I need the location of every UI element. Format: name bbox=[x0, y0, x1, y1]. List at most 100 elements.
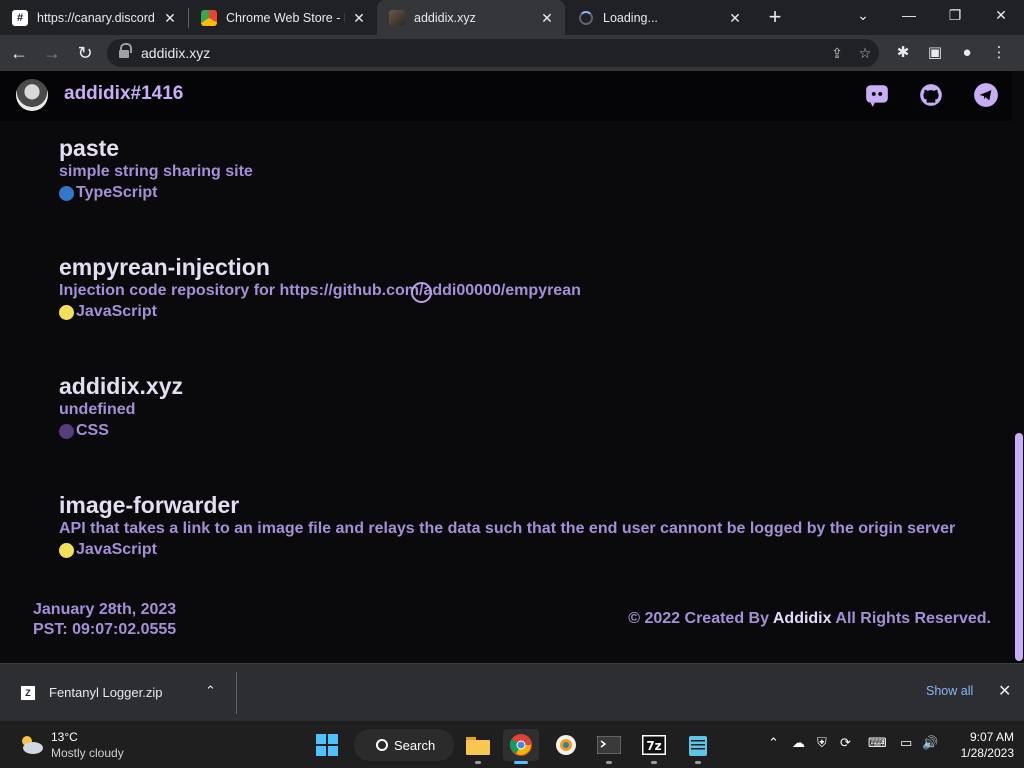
repo-card[interactable]: image-forwarder API that takes a link to… bbox=[59, 492, 955, 560]
close-window-button[interactable]: ✕ bbox=[978, 0, 1024, 32]
weather-condition[interactable]: Mostly cloudy bbox=[51, 746, 124, 760]
tab-addidix[interactable]: addidix.xyz ✕ bbox=[377, 0, 565, 35]
language-dot-icon bbox=[59, 304, 74, 320]
display-icon[interactable]: ▭ bbox=[900, 735, 912, 751]
tab-loading[interactable]: Loading... ✕ bbox=[565, 0, 753, 35]
close-tab-icon[interactable]: ✕ bbox=[727, 10, 743, 26]
keyboard-icon[interactable]: ⌨ bbox=[868, 735, 887, 751]
notepad-taskbar-button[interactable] bbox=[680, 729, 716, 764]
repo-name[interactable]: empyrean-injection bbox=[59, 254, 581, 282]
avatar[interactable] bbox=[16, 79, 48, 111]
close-tab-icon[interactable]: ✕ bbox=[539, 10, 555, 26]
repo-description: simple string sharing site bbox=[59, 163, 253, 180]
search-icon bbox=[376, 739, 388, 751]
copyright-suffix: All Rights Reserved. bbox=[835, 610, 991, 627]
url-text[interactable]: addidix.xyz bbox=[141, 45, 823, 61]
repo-language: JavaScript bbox=[59, 302, 581, 322]
language-dot-icon bbox=[59, 185, 74, 201]
footer-time: PST: 09:07:02.0555 bbox=[33, 621, 177, 638]
address-bar[interactable]: addidix.xyz ⇪ ☆ bbox=[107, 39, 879, 67]
reload-button[interactable]: ↻ bbox=[71, 39, 99, 67]
side-panel-icon[interactable]: ▣ bbox=[921, 39, 949, 67]
extensions-puzzle-icon[interactable]: ✱ bbox=[889, 39, 917, 67]
search-label: Search bbox=[394, 737, 436, 753]
language-label: JavaScript bbox=[76, 541, 157, 558]
tab-chrome-web-store[interactable]: Chrome Web Store - Ex ✕ bbox=[189, 0, 377, 35]
security-shield-icon[interactable]: ⛨ bbox=[817, 735, 827, 751]
repo-name[interactable]: image-forwarder bbox=[59, 492, 955, 520]
taskbar: 13°C Mostly cloudy Search 7z ⌃ ☁ ⛨ ⟳ ⌨ ▭… bbox=[0, 720, 1024, 768]
repo-name[interactable]: addidix.xyz bbox=[59, 373, 183, 401]
telegram-icon[interactable] bbox=[973, 82, 999, 108]
clock-date: 1/28/2023 bbox=[960, 746, 1014, 760]
browser-app-icon bbox=[556, 735, 576, 755]
language-dot-icon bbox=[59, 542, 74, 558]
profile-icon[interactable]: ● bbox=[953, 39, 981, 67]
cloud-offline-icon[interactable]: ☁ bbox=[792, 735, 805, 751]
show-all-downloads-link[interactable]: Show all bbox=[926, 684, 973, 698]
system-clock[interactable]: 9:07 AM 1/28/2023 bbox=[950, 729, 1014, 761]
footer-datetime: January 28th, 2023 PST: 09:07:02.0555 bbox=[33, 600, 176, 640]
close-tab-icon[interactable]: ✕ bbox=[351, 10, 367, 26]
tab-title: Loading... bbox=[603, 10, 658, 25]
new-tab-button[interactable]: + bbox=[761, 4, 789, 32]
browser-toolbar: ← → ↻ addidix.xyz ⇪ ☆ ✱ ▣ ● ⋮ bbox=[0, 35, 1024, 71]
username: addidix#1416 bbox=[64, 83, 184, 104]
7zip-taskbar-button[interactable]: 7z bbox=[636, 729, 672, 764]
terminal-taskbar-button[interactable] bbox=[591, 729, 627, 764]
tab-title: https://canary.discord.c bbox=[37, 10, 156, 25]
repo-card[interactable]: empyrean-injection Injection code reposi… bbox=[59, 254, 581, 322]
copyright-brand[interactable]: Addidix bbox=[773, 610, 832, 627]
notepad-icon bbox=[689, 736, 707, 756]
repo-card[interactable]: paste simple string sharing site TypeScr… bbox=[59, 135, 253, 203]
scrollbar-thumb[interactable] bbox=[1015, 433, 1023, 661]
taskbar-search[interactable]: Search bbox=[354, 729, 454, 761]
menu-kebab-icon[interactable]: ⋮ bbox=[985, 39, 1013, 67]
restore-button[interactable]: ❐ bbox=[932, 0, 978, 32]
7zip-icon: 7z bbox=[642, 735, 666, 755]
repo-language: JavaScript bbox=[59, 540, 955, 560]
start-button[interactable] bbox=[309, 729, 345, 761]
addidix-favicon-icon bbox=[389, 9, 405, 26]
divider bbox=[236, 672, 237, 714]
close-shelf-icon[interactable]: ✕ bbox=[998, 681, 1011, 701]
loading-spinner-icon bbox=[579, 10, 593, 25]
zip-file-icon: Z bbox=[20, 685, 36, 701]
weather-temperature[interactable]: 13°C bbox=[51, 730, 78, 744]
repo-name[interactable]: paste bbox=[59, 135, 253, 163]
repo-language: CSS bbox=[59, 421, 183, 441]
tab-search-chevron-icon[interactable]: ⌄ bbox=[840, 0, 886, 32]
download-shelf: Z Fentanyl Logger.zip ⌃ Show all ✕ bbox=[0, 663, 1024, 720]
browser-taskbar-button[interactable] bbox=[548, 729, 584, 761]
share-icon[interactable]: ⇪ bbox=[823, 45, 851, 62]
language-dot-icon bbox=[59, 423, 74, 439]
repo-description: undefined bbox=[59, 401, 136, 418]
back-button[interactable]: ← bbox=[5, 39, 33, 67]
terminal-icon bbox=[597, 736, 621, 754]
volume-icon[interactable]: 🔊 bbox=[922, 735, 938, 751]
tab-discord[interactable]: # https://canary.discord.c ✕ bbox=[0, 0, 188, 35]
file-explorer-button[interactable] bbox=[460, 729, 496, 764]
site-header: addidix#1416 bbox=[0, 71, 1012, 121]
chevron-up-icon[interactable]: ⌃ bbox=[205, 683, 216, 699]
language-label: CSS bbox=[76, 422, 109, 439]
cloud-weather-icon[interactable] bbox=[18, 733, 44, 755]
repo-card[interactable]: addidix.xyz undefined CSS bbox=[59, 373, 183, 441]
windows-logo-icon bbox=[316, 734, 338, 756]
custom-cursor-ring bbox=[411, 282, 432, 303]
bookmark-star-icon[interactable]: ☆ bbox=[851, 45, 879, 62]
download-item-name[interactable]: Fentanyl Logger.zip bbox=[49, 685, 162, 700]
chrome-taskbar-button[interactable] bbox=[503, 729, 539, 764]
forward-button[interactable]: → bbox=[38, 39, 66, 67]
page-scrollbar[interactable] bbox=[1012, 71, 1024, 663]
repo-language: TypeScript bbox=[59, 183, 253, 203]
sync-icon[interactable]: ⟳ bbox=[840, 735, 851, 751]
chevron-up-tray-icon[interactable]: ⌃ bbox=[768, 735, 779, 751]
copyright-prefix: © 2022 Created By bbox=[628, 610, 769, 627]
discord-icon[interactable] bbox=[864, 82, 890, 108]
minimize-button[interactable]: — bbox=[886, 0, 932, 32]
page-content: addidix#1416 paste simple string sharing… bbox=[0, 71, 1024, 663]
lock-icon[interactable] bbox=[119, 43, 132, 59]
github-icon[interactable] bbox=[918, 82, 944, 108]
close-tab-icon[interactable]: ✕ bbox=[162, 10, 178, 26]
